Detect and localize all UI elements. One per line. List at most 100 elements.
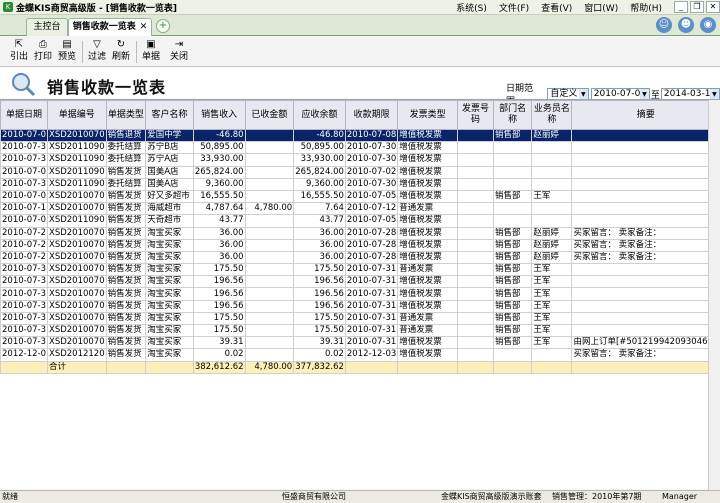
column-header[interactable]: 客户名称 bbox=[145, 100, 194, 130]
column-header[interactable]: 单据日期 bbox=[0, 100, 48, 130]
status-bar: 就绪 恒盛商贸有限公司 金蝶KIS商贸高级版演示账套 销售管理：2010年第7期… bbox=[0, 490, 720, 503]
total-cell: 382,612.62 bbox=[192, 360, 246, 374]
add-tab-icon[interactable]: + bbox=[156, 19, 170, 33]
table-cell bbox=[456, 323, 494, 338]
column-header[interactable]: 已收金额 bbox=[244, 100, 295, 130]
column-header[interactable]: 业务员名称 bbox=[531, 100, 573, 130]
table-row[interactable]: 2010-07-0 XSD2011090 销售发货 天奇超市 43.77 43.77 201… bbox=[0, 214, 720, 228]
user-icon[interactable]: ☻ bbox=[678, 17, 694, 33]
table-row[interactable]: 2010-07-2 XSD2010070 销售发货 淘宝买家 36.00 36.00 201… bbox=[0, 226, 720, 240]
table-cell: 普通发票 bbox=[397, 311, 458, 326]
menu-help[interactable]: 帮助(H) bbox=[630, 1, 662, 14]
table-cell: 增值税发票 bbox=[397, 336, 458, 350]
table-row[interactable]: 2010-07-3 XSD2010070 销售发货 淘宝买家 196.56 196.56 2… bbox=[0, 299, 720, 313]
table-row[interactable]: 2010-07-2 XSD2010070 销售发货 淘宝买家 36.00 36.00 201… bbox=[0, 250, 720, 265]
table-cell: 196.56 bbox=[293, 299, 346, 313]
tab-sales-receipts[interactable]: 销售收款一览表 ✕ bbox=[68, 18, 152, 36]
table-cell: 销售发货 bbox=[105, 323, 147, 338]
table-row[interactable]: 2010-07-3 XSD2010070 销售发货 淘宝买家 175.50 175.50 2… bbox=[0, 323, 720, 338]
table-cell: XSD2011090 bbox=[47, 177, 107, 191]
document-button[interactable]: ▣ 单据 bbox=[140, 39, 162, 63]
table-cell: 增值税发票 bbox=[397, 214, 458, 228]
tab-sales-receipts-label: 销售收款一览表 bbox=[72, 22, 136, 32]
print-button[interactable]: ⎙ 打印 bbox=[32, 39, 54, 63]
table-cell: 销售发货 bbox=[105, 311, 147, 326]
menu-system[interactable]: 系统(S) bbox=[456, 1, 487, 14]
table-cell: 2010-07-02 bbox=[344, 165, 399, 179]
close-button[interactable]: ⇥ 关闭 bbox=[168, 39, 190, 63]
table-cell: 王军 bbox=[531, 275, 573, 289]
table-cell bbox=[244, 226, 295, 240]
table-cell: XSD2010070 bbox=[47, 336, 107, 350]
export-button[interactable]: ⇱ 引出 bbox=[8, 39, 30, 63]
table-cell: 销售发货 bbox=[105, 165, 147, 179]
minimize-icon[interactable]: _ bbox=[674, 1, 688, 13]
status-user: Manager bbox=[662, 492, 698, 501]
table-row[interactable]: 2010-07-0 XSD2010070 销售发货 好又多超市 16,555.50 16,… bbox=[0, 189, 720, 204]
data-grid[interactable]: 单据日期 单据编号 单据类型 客户名称 销售收入 已收金额 应收余额 收款期限 发票类型 发票号码… bbox=[0, 99, 720, 490]
table-cell: XSD2010070 bbox=[47, 275, 107, 289]
vertical-scrollbar[interactable] bbox=[708, 100, 720, 490]
table-row[interactable]: 2010-07-3 XSD2011090 委托结算 国美A店 9,360.00 9,360… bbox=[0, 177, 720, 191]
table-row[interactable]: 2010-07-3 XSD2011090 委托结算 苏宁A店 33,930.00 33,9… bbox=[0, 153, 720, 167]
close-icon[interactable]: ✕ bbox=[706, 1, 720, 13]
table-row[interactable]: 2010-07-1 XSD2010070 销售发货 海威超市 4,787.64 4,780… bbox=[0, 202, 720, 216]
export-label: 引出 bbox=[9, 52, 28, 62]
table-cell bbox=[531, 165, 573, 179]
table-row[interactable]: 2010-07-3 XSD2010070 销售发货 淘宝买家 39.31 39.31 201… bbox=[0, 336, 720, 350]
table-cell bbox=[244, 250, 295, 265]
column-header[interactable]: 单据编号 bbox=[47, 100, 107, 130]
table-cell: 淘宝买家 bbox=[145, 263, 194, 277]
table-cell: 2010-07-31 bbox=[344, 287, 399, 301]
table-row-selected[interactable]: 2010-07-0 XSD2010070 销售退货 爱国中学 -46.80 -46.80 2… bbox=[0, 128, 720, 143]
table-cell: 增值税发票 bbox=[397, 299, 458, 313]
table-row[interactable]: 2010-07-3 XSD2010070 销售发货 淘宝买家 196.56 196.56 2… bbox=[0, 275, 720, 289]
tab-console[interactable]: 主控台 bbox=[26, 18, 68, 36]
table-row[interactable]: 2010-07-2 XSD2010070 销售发货 淘宝买家 36.00 36.00 201… bbox=[0, 238, 720, 252]
table-cell bbox=[571, 141, 720, 155]
tab-close-icon[interactable]: ✕ bbox=[140, 22, 148, 32]
table-cell: 增值税发票 bbox=[397, 177, 458, 191]
table-cell: 2010-07-2 bbox=[0, 238, 48, 252]
table-cell bbox=[456, 153, 494, 167]
table-cell: 国美A店 bbox=[145, 177, 194, 191]
column-header[interactable]: 发票类型 bbox=[397, 100, 458, 130]
table-cell: 增值税发票 bbox=[397, 287, 458, 301]
table-row[interactable]: 2010-07-3 XSD2010070 销售发货 淘宝买家 196.56 196.56 2… bbox=[0, 287, 720, 301]
column-header[interactable]: 收款期限 bbox=[344, 100, 399, 130]
preview-button[interactable]: ▤ 预览 bbox=[56, 39, 78, 63]
table-cell: 淘宝买家 bbox=[145, 287, 194, 301]
table-cell: 2010-07-28 bbox=[344, 238, 399, 252]
table-cell: 2010-07-3 bbox=[0, 263, 48, 277]
table-cell bbox=[571, 202, 720, 216]
column-header[interactable]: 发票号码 bbox=[456, 100, 494, 130]
smiley-icon[interactable]: ☺ bbox=[656, 17, 672, 33]
column-header[interactable]: 销售收入 bbox=[192, 100, 246, 130]
table-cell: 普通发票 bbox=[397, 263, 458, 277]
table-cell: XSD2010070 bbox=[47, 287, 107, 301]
column-header[interactable]: 单据类型 bbox=[105, 100, 147, 130]
table-cell: 销售发货 bbox=[105, 214, 147, 228]
column-header[interactable]: 应收余额 bbox=[293, 100, 346, 130]
menu-file[interactable]: 文件(F) bbox=[499, 1, 529, 14]
column-header[interactable]: 部门名称 bbox=[492, 100, 533, 130]
table-cell: 销售部 bbox=[492, 323, 533, 338]
menu-view[interactable]: 查看(V) bbox=[541, 1, 572, 14]
table-row[interactable]: 2010-07-3 XSD2010070 销售发货 淘宝买家 175.50 175.50 2… bbox=[0, 263, 720, 277]
globe-icon[interactable]: ◉ bbox=[700, 17, 716, 33]
table-row[interactable]: 2010-07-0 XSD2011090 销售发货 国美A店 265,824.00 265… bbox=[0, 165, 720, 179]
table-cell: 淘宝买家 bbox=[145, 311, 194, 326]
refresh-button[interactable]: ↻ 刷新 bbox=[110, 39, 132, 63]
filter-button[interactable]: ▽ 过滤 bbox=[86, 39, 108, 63]
table-row[interactable]: 2010-07-3 XSD2010070 销售发货 淘宝买家 175.50 175.50 2… bbox=[0, 311, 720, 326]
column-header[interactable]: 摘要 bbox=[571, 100, 720, 130]
table-cell bbox=[531, 348, 573, 362]
table-cell bbox=[244, 128, 295, 143]
table-row[interactable]: 2012-12-0 XSD2012120 销售发货 淘宝买家 0.02 0.02 2012-… bbox=[0, 348, 720, 362]
table-cell: 王军 bbox=[531, 189, 573, 204]
restore-icon[interactable]: ❐ bbox=[690, 1, 704, 13]
table-row[interactable]: 2010-07-3 XSD2011090 委托结算 苏宁B店 50,895.00 50,8… bbox=[0, 141, 720, 155]
menu-window[interactable]: 窗口(W) bbox=[584, 1, 618, 14]
table-cell: XSD2010070 bbox=[47, 189, 107, 204]
table-cell: 王军 bbox=[531, 263, 573, 277]
